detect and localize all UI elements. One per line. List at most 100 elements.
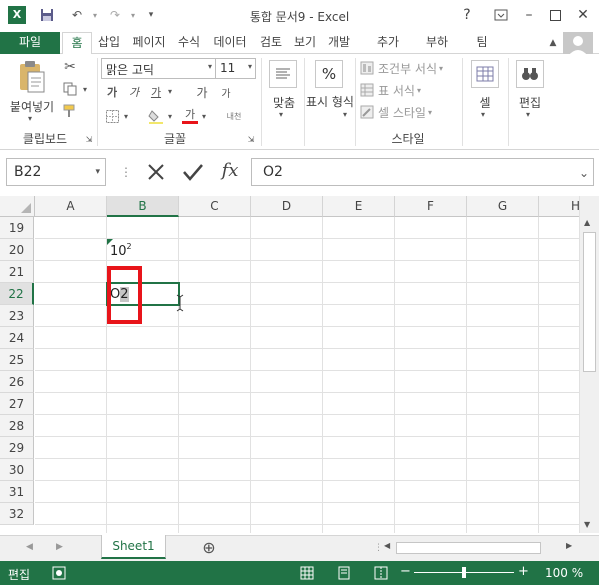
cell-b20[interactable]: 102 <box>107 239 178 260</box>
tab-team[interactable]: 팀 <box>470 32 494 54</box>
italic-button[interactable]: 가 <box>124 82 144 102</box>
worksheet-grid[interactable]: A B C D E F G H 19 20 21 22 23 24 25 26 … <box>0 196 579 533</box>
ribbon-display-options-icon[interactable] <box>488 4 514 26</box>
tab-insert[interactable]: 삽입 <box>93 32 125 54</box>
grow-font-button[interactable]: 가 <box>192 82 212 102</box>
fill-color-dropdown-icon[interactable]: ▾ <box>166 109 174 123</box>
tab-load-test[interactable]: 부하 <box>417 32 457 54</box>
account-avatar[interactable] <box>563 32 593 56</box>
format-painter-icon[interactable] <box>60 102 80 120</box>
formula-input[interactable]: O2 ⌄ <box>251 158 594 186</box>
zoom-slider[interactable] <box>414 567 514 578</box>
close-button[interactable]: ✕ <box>570 4 596 26</box>
row-header-19[interactable]: 19 <box>0 217 34 239</box>
column-header-e[interactable]: E <box>323 196 395 217</box>
row-header-21[interactable]: 21 <box>0 261 34 283</box>
new-sheet-button[interactable]: ⊕ <box>199 538 219 558</box>
page-break-view-icon[interactable] <box>374 566 388 580</box>
underline-dropdown-icon[interactable]: ▾ <box>166 84 174 98</box>
tab-home[interactable]: 홈 <box>62 32 92 55</box>
previous-sheet-arrow-icon[interactable]: ◀ <box>26 542 33 552</box>
row-header-24[interactable]: 24 <box>0 327 34 349</box>
minimize-button[interactable]: – <box>516 4 542 26</box>
select-all-corner[interactable] <box>0 196 35 217</box>
tab-page-layout[interactable]: 페이지 <box>127 32 171 54</box>
collapse-ribbon-icon[interactable]: ▲ <box>546 36 560 50</box>
normal-view-icon[interactable] <box>300 566 314 580</box>
cells-button[interactable]: 셀 ▾ <box>466 58 504 124</box>
row-header-30[interactable]: 30 <box>0 459 34 481</box>
row-header-26[interactable]: 26 <box>0 371 34 393</box>
shrink-font-button[interactable]: 가 <box>216 82 236 102</box>
name-box-dropdown-icon[interactable]: ▾ <box>95 159 100 185</box>
enter-entry-icon[interactable] <box>180 160 206 184</box>
tab-developer[interactable]: 개발 <box>323 32 355 54</box>
zoom-level[interactable]: 100 % <box>545 566 583 580</box>
column-header-a[interactable]: A <box>35 196 107 217</box>
vertical-scrollbar[interactable]: ▲ ▼ <box>579 196 599 533</box>
fill-color-icon[interactable] <box>146 106 166 126</box>
row-header-22[interactable]: 22 <box>0 283 34 305</box>
row-header-28[interactable]: 28 <box>0 415 34 437</box>
bold-button[interactable]: 가 <box>102 82 122 102</box>
row-header-25[interactable]: 25 <box>0 349 34 371</box>
name-box[interactable]: B22 ▾ <box>6 158 106 186</box>
tab-addins[interactable]: 추가 <box>368 32 408 54</box>
phonetic-button[interactable]: 내천 <box>222 106 246 126</box>
row-header-31[interactable]: 31 <box>0 481 34 503</box>
editing-button[interactable]: 편집 ▾ <box>512 58 548 124</box>
tab-file[interactable]: 파일 <box>0 32 60 54</box>
column-header-g[interactable]: G <box>467 196 539 217</box>
font-name-select[interactable]: 맑은 고딕 ▾ <box>101 58 216 79</box>
column-header-f[interactable]: F <box>395 196 467 217</box>
tab-review[interactable]: 검토 <box>255 32 287 54</box>
zoom-out-icon[interactable]: − <box>400 564 411 579</box>
conditional-formatting-button[interactable]: 조건부 서식 ▾ <box>360 58 460 78</box>
scroll-down-arrow-icon[interactable]: ▼ <box>584 520 590 529</box>
tab-view[interactable]: 보기 <box>289 32 321 54</box>
scroll-left-arrow-icon[interactable]: ◀ <box>384 541 390 550</box>
format-as-table-button[interactable]: 표 서식 ▾ <box>360 80 460 100</box>
row-header-32[interactable]: 32 <box>0 503 34 525</box>
help-button[interactable]: ? <box>454 4 480 26</box>
copy-icon[interactable] <box>60 80 80 98</box>
tab-formulas[interactable]: 수식 <box>173 32 205 54</box>
zoom-in-icon[interactable]: + <box>518 564 529 579</box>
font-size-select[interactable]: 11 ▾ <box>216 58 256 79</box>
tab-split-handle-icon[interactable]: ⋮ <box>374 542 383 554</box>
cell-styles-button[interactable]: 셀 스타일 ▾ <box>360 102 460 122</box>
copy-dropdown-icon[interactable]: ▾ <box>80 82 90 96</box>
row-header-27[interactable]: 27 <box>0 393 34 415</box>
column-header-c[interactable]: C <box>179 196 251 217</box>
insert-function-button[interactable]: fx <box>216 158 244 186</box>
expand-formula-bar-icon[interactable]: ⌄ <box>579 160 589 186</box>
clipboard-launcher-icon[interactable]: ⇲ <box>84 134 94 144</box>
row-header-23[interactable]: 23 <box>0 305 34 327</box>
font-launcher-icon[interactable]: ⇲ <box>246 134 256 144</box>
cut-icon[interactable]: ✂ <box>60 58 80 76</box>
sheet-tab-sheet1[interactable]: Sheet1 <box>101 535 166 559</box>
column-header-b[interactable]: B <box>107 196 179 217</box>
page-layout-view-icon[interactable] <box>337 566 351 580</box>
column-header-d[interactable]: D <box>251 196 323 217</box>
next-sheet-arrow-icon[interactable]: ▶ <box>56 542 63 552</box>
number-format-button[interactable]: % 표시 형식 ▾ <box>306 58 354 124</box>
scroll-right-arrow-icon[interactable]: ▶ <box>566 541 572 550</box>
macro-recording-icon[interactable] <box>52 566 66 580</box>
zoom-slider-thumb[interactable] <box>462 567 466 578</box>
alignment-button[interactable]: 맞춤 ▾ <box>265 58 301 124</box>
row-header-29[interactable]: 29 <box>0 437 34 459</box>
formula-bar-more-icon[interactable]: ⋮ <box>120 162 132 182</box>
font-color-button[interactable]: 가 <box>180 106 200 126</box>
paste-button[interactable]: 붙여넣기 ▾ <box>6 58 54 123</box>
column-header-h[interactable]: H <box>539 196 579 217</box>
horizontal-scrollbar[interactable]: ◀ ▶ <box>382 540 577 556</box>
cancel-entry-icon[interactable] <box>144 160 168 184</box>
row-header-20[interactable]: 20 <box>0 239 34 261</box>
vertical-scroll-thumb[interactable] <box>583 232 596 372</box>
underline-button[interactable]: 가 <box>146 82 166 102</box>
tab-data[interactable]: 데이터 <box>207 32 253 54</box>
horizontal-scroll-thumb[interactable] <box>396 542 541 554</box>
borders-dropdown-icon[interactable]: ▾ <box>122 109 130 123</box>
borders-icon[interactable] <box>102 106 122 126</box>
